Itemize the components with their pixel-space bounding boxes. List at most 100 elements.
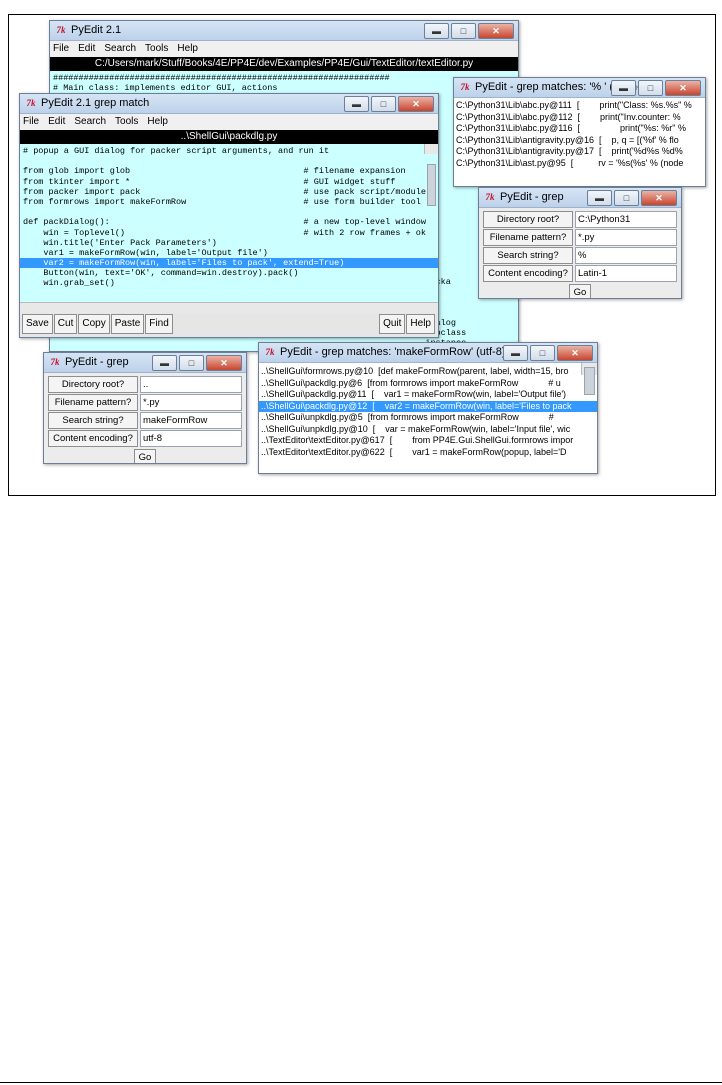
code-line: def packDialog(): # a new top-level wind… [23, 217, 426, 228]
filename-pattern-input[interactable]: *.py [575, 229, 677, 246]
menu-search[interactable]: Search [74, 116, 106, 127]
minimize-icon[interactable]: ▬ [503, 345, 528, 361]
code-text-area[interactable]: # popup a GUI dialog for packer script a… [20, 144, 438, 302]
maximize-icon[interactable]: □ [371, 96, 396, 112]
list-item[interactable]: ..\ShellGui\unpkdlg.py@5 [from formrows … [259, 412, 597, 424]
cut-button[interactable]: Cut [53, 314, 78, 334]
maximize-icon[interactable]: □ [179, 355, 204, 371]
code-line: var1 = makeFormRow(win, label='Output fi… [23, 247, 268, 258]
code-line: win.grab_set() [23, 278, 115, 289]
menu-tools[interactable]: Tools [145, 43, 168, 54]
save-button[interactable]: Save [22, 314, 53, 334]
search-string-button[interactable]: Search string? [483, 247, 573, 264]
close-icon[interactable]: ✕ [478, 23, 514, 39]
menu-edit[interactable]: Edit [48, 116, 65, 127]
go-button[interactable]: Go [133, 449, 157, 463]
paste-button[interactable]: Paste [110, 314, 145, 334]
go-button[interactable]: Go [568, 284, 592, 298]
vertical-scrollbar[interactable] [424, 144, 438, 206]
title-bar[interactable]: 7k PyEdit - grep ▬ □ ✕ [44, 353, 246, 373]
title-bar[interactable]: 7k PyEdit - grep matches: 'makeFormRow' (… [259, 343, 597, 363]
scroll-thumb[interactable] [427, 164, 436, 206]
find-button[interactable]: Find [145, 314, 173, 334]
content-encoding-button[interactable]: Content encoding? [483, 265, 573, 282]
title-bar[interactable]: 7k PyEdit 2.1 grep match ▬ □ ✕ [20, 94, 438, 114]
code-line: var2 = makeFormRow(win, label='Files to … [20, 258, 438, 269]
menu-search[interactable]: Search [104, 43, 136, 54]
list-item[interactable]: ..\TextEditor\textEditor.py@617 [ from P… [259, 435, 597, 447]
filename-pattern-button[interactable]: Filename pattern? [48, 394, 138, 411]
vertical-scrollbar[interactable] [581, 363, 597, 395]
content-encoding-input[interactable]: utf-8 [140, 430, 242, 447]
maximize-icon[interactable]: □ [638, 80, 663, 96]
file-path-bar: ..\ShellGui\packdlg.py [20, 130, 438, 144]
list-item[interactable]: ..\ShellGui\packdlg.py@12 [ var2 = makeF… [259, 400, 597, 412]
menu-file[interactable]: File [53, 43, 69, 54]
minimize-icon[interactable]: ▬ [587, 190, 612, 206]
directory-root-button[interactable]: Directory root? [483, 211, 573, 228]
search-string-input[interactable]: % [575, 247, 677, 264]
code-line: from packer import pack # use pack scrip… [23, 186, 426, 197]
minimize-icon[interactable]: ▬ [611, 80, 636, 96]
menu-bar: File Edit Search Tools Help [50, 41, 518, 57]
close-icon[interactable]: ✕ [641, 190, 677, 206]
copy-button[interactable]: Copy [78, 314, 110, 334]
horizontal-scrollbar[interactable] [20, 302, 438, 313]
window-title: PyEdit - grep [65, 356, 129, 368]
search-string-input[interactable]: makeFormRow [140, 412, 242, 429]
list-item[interactable]: C:\Python31\Lib\ast.py@95 [ rv = '%s(%s'… [454, 158, 705, 170]
list-item[interactable]: C:\Python31\Lib\abc.py@111 [ print("Clas… [454, 100, 705, 112]
list-item[interactable]: C:\Python31\Lib\antigravity.py@16 [ p, q… [454, 135, 705, 147]
maximize-icon[interactable]: □ [530, 345, 555, 361]
title-bar[interactable]: 7k PyEdit - grep ▬ □ ✕ [479, 188, 681, 208]
match-list: ..\ShellGui\formrows.py@10 [def makeForm… [259, 363, 597, 473]
menu-edit[interactable]: Edit [78, 43, 95, 54]
scroll-thumb[interactable] [584, 367, 595, 395]
menu-help[interactable]: Help [177, 43, 198, 54]
content-encoding-button[interactable]: Content encoding? [48, 430, 138, 447]
filename-pattern-input[interactable]: *.py [140, 394, 242, 411]
directory-root-button[interactable]: Directory root? [48, 376, 138, 393]
maximize-icon[interactable]: □ [614, 190, 639, 206]
code-line: from formrows import makeFormRow # use f… [23, 196, 421, 207]
list-item[interactable]: ..\ShellGui\packdlg.py@11 [ var1 = makeF… [259, 389, 597, 401]
list-item[interactable]: ..\ShellGui\packdlg.py@6 [from formrows … [259, 378, 597, 390]
list-item[interactable]: C:\Python31\Lib\abc.py@116 [ print("%s: … [454, 123, 705, 135]
list-item[interactable]: C:\Python31\Lib\abc.py@112 [ print("Inv.… [454, 112, 705, 124]
grep-dialog-latin1: 7k PyEdit - grep ▬ □ ✕ Directory root? C:\Py… [478, 187, 682, 299]
search-string-button[interactable]: Search string? [48, 412, 138, 429]
help-button[interactable]: Help [406, 314, 435, 334]
quit-button[interactable]: Quit [379, 314, 406, 334]
code-line: # popup a GUI dialog for packer script a… [23, 146, 330, 156]
window-title: PyEdit 2.1 [71, 24, 122, 36]
minimize-icon[interactable]: ▬ [344, 96, 369, 112]
title-bar[interactable]: 7k PyEdit - grep matches: '% ' (Latin-1) … [454, 78, 705, 98]
menu-tools[interactable]: Tools [115, 116, 138, 127]
list-item[interactable]: ..\ShellGui\unpkdlg.py@10 [ var = makeFo… [259, 424, 597, 436]
page-rule [0, 1082, 722, 1083]
close-icon[interactable]: ✕ [206, 355, 242, 371]
list-item[interactable]: C:\Python31\Lib\antigravity.py@17 [ prin… [454, 146, 705, 158]
menu-bar: File Edit Search Tools Help [20, 114, 438, 130]
minimize-icon[interactable]: ▬ [152, 355, 177, 371]
menu-help[interactable]: Help [147, 116, 168, 127]
close-icon[interactable]: ✕ [398, 96, 434, 112]
code-line: ########################################… [53, 73, 390, 83]
list-item[interactable]: ..\ShellGui\formrows.py@10 [def makeForm… [259, 366, 597, 378]
menu-file[interactable]: File [23, 116, 39, 127]
title-bar[interactable]: 7k PyEdit 2.1 ▬ □ ✕ [50, 21, 518, 41]
list-item[interactable]: ..\TextEditor\textEditor.py@622 [ var1 =… [259, 447, 597, 459]
close-icon[interactable]: ✕ [557, 345, 593, 361]
maximize-icon[interactable]: □ [451, 23, 476, 39]
grep-form: Directory root?.. Filename pattern? *.py … [44, 373, 246, 463]
window-title: PyEdit 2.1 grep match [41, 97, 150, 109]
close-icon[interactable]: ✕ [665, 80, 701, 96]
directory-root-input[interactable]: C:\Python31 [575, 211, 677, 228]
grep-match-editor-window: 7k PyEdit 2.1 grep match ▬ □ ✕ File Edit Sear… [19, 93, 439, 338]
content-encoding-input[interactable]: Latin-1 [575, 265, 677, 282]
minimize-icon[interactable]: ▬ [424, 23, 449, 39]
code-line: from tkinter import * # GUI widget stuff [23, 176, 396, 187]
directory-root-input[interactable]: .. [140, 376, 242, 393]
filename-pattern-button[interactable]: Filename pattern? [483, 229, 573, 246]
